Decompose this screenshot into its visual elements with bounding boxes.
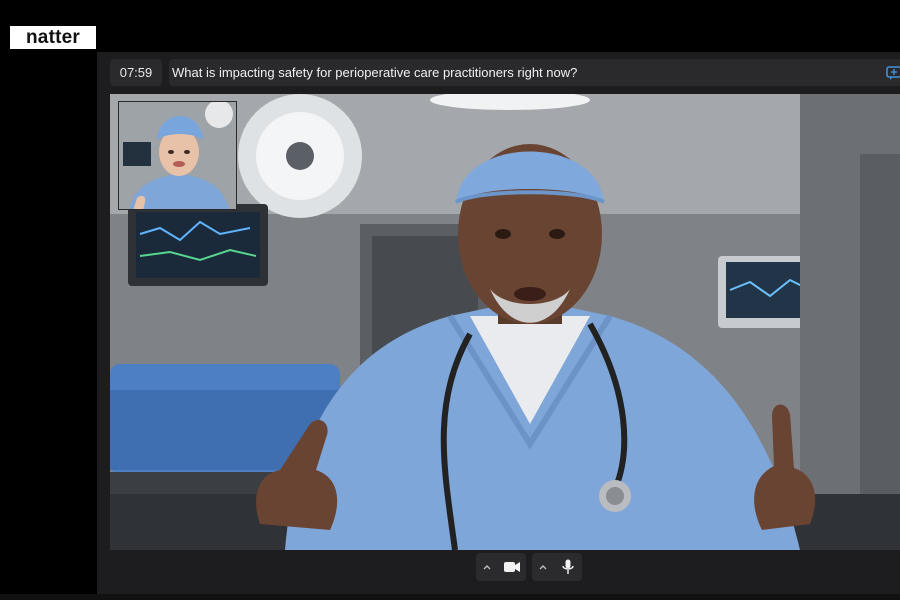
self-view-video xyxy=(118,101,237,210)
media-controls xyxy=(476,553,582,581)
session-question: What is impacting safety for perioperati… xyxy=(169,59,900,86)
chat-icon[interactable] xyxy=(885,64,900,82)
chevron-up-icon xyxy=(483,565,491,570)
self-view-scene xyxy=(119,102,236,209)
microphone-icon xyxy=(562,559,574,574)
session-timer: 07:59 xyxy=(110,59,162,86)
microphone-options-button[interactable] xyxy=(532,553,554,581)
camera-toggle-button[interactable] xyxy=(498,553,526,581)
bottom-edge xyxy=(0,594,900,600)
natter-logo: natter xyxy=(10,26,96,49)
camera-control-group xyxy=(476,553,526,581)
camera-options-button[interactable] xyxy=(476,553,498,581)
video-camera-icon xyxy=(504,562,520,572)
chevron-up-icon xyxy=(539,565,547,570)
microphone-toggle-button[interactable] xyxy=(554,553,582,581)
microphone-control-group xyxy=(532,553,582,581)
